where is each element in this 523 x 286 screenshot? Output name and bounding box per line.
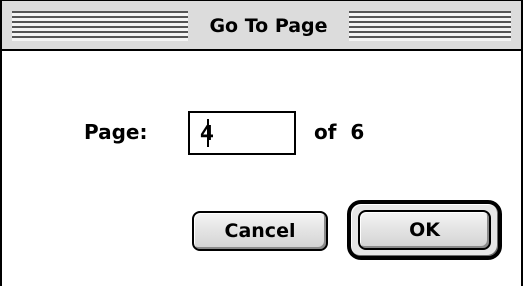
go-to-page-dialog: Go To Page Page: of 6 Cancel OK bbox=[0, 0, 523, 286]
title-bar[interactable]: Go To Page bbox=[2, 1, 521, 51]
text-cursor bbox=[207, 119, 209, 147]
dialog-title: Go To Page bbox=[188, 9, 349, 43]
page-number-input[interactable] bbox=[188, 111, 296, 155]
title-bar-stripes-left bbox=[12, 11, 188, 41]
page-total-text: of 6 bbox=[314, 117, 364, 147]
cancel-button[interactable]: Cancel bbox=[192, 211, 328, 251]
total-pages: 6 bbox=[350, 120, 365, 144]
page-label: Page: bbox=[84, 120, 148, 144]
title-bar-stripes-right bbox=[349, 11, 511, 41]
of-label: of bbox=[314, 120, 337, 144]
ok-button[interactable]: OK bbox=[358, 210, 491, 250]
